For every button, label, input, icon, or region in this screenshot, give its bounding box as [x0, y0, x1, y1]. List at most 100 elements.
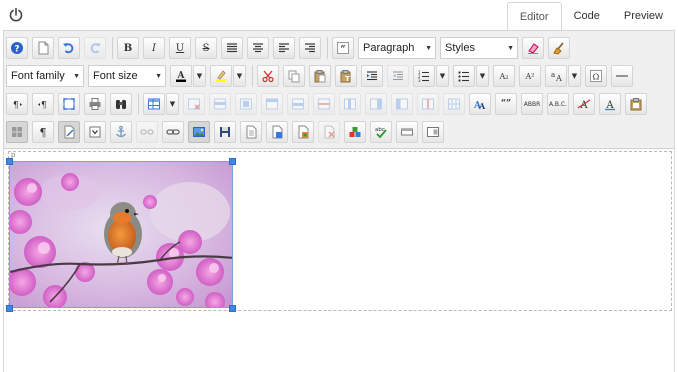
insert-file-icon[interactable]: [266, 121, 288, 143]
redo-icon[interactable]: [84, 37, 106, 59]
toolbar: ? B I U S “ Paragraph ▼ Styles ▼ Font fa…: [4, 31, 674, 149]
insert-col-before-icon[interactable]: [287, 93, 309, 115]
editor-content-area[interactable]: p: [4, 150, 674, 372]
paste-icon[interactable]: [309, 65, 331, 87]
new-document-icon[interactable]: [32, 37, 54, 59]
bold-icon[interactable]: B: [117, 37, 139, 59]
eraser-icon[interactable]: [522, 37, 544, 59]
cell-props-icon[interactable]: [417, 93, 439, 115]
insert-col-after-icon[interactable]: [313, 93, 335, 115]
highlight-dropdown[interactable]: ▼: [233, 65, 246, 87]
numbered-list-icon[interactable]: 123: [413, 65, 435, 87]
cut-icon[interactable]: [257, 65, 279, 87]
clipboard-icon[interactable]: [625, 93, 647, 115]
robin-photo[interactable]: [9, 161, 233, 308]
align-right-icon[interactable]: [299, 37, 321, 59]
quote-icon[interactable]: “”: [495, 93, 517, 115]
toolbar-row-4: ¶ abc: [6, 119, 448, 145]
split-cell-icon[interactable]: [365, 93, 387, 115]
outdent-icon[interactable]: [387, 65, 409, 87]
blockquote-icon[interactable]: “: [332, 37, 354, 59]
show-blocks-icon[interactable]: [6, 121, 28, 143]
edit-document-icon[interactable]: [58, 121, 80, 143]
align-left-icon[interactable]: [273, 37, 295, 59]
svg-text:Ω: Ω: [593, 73, 600, 82]
delete-col-icon[interactable]: [339, 93, 361, 115]
anchor-icon[interactable]: [110, 121, 132, 143]
text-direction-dropdown[interactable]: ▼: [568, 65, 581, 87]
resize-handle-top-right[interactable]: [229, 158, 236, 165]
remove-format-icon[interactable]: [443, 93, 465, 115]
svg-text:¶: ¶: [41, 101, 47, 111]
superscript-icon[interactable]: A²: [519, 65, 541, 87]
undo-icon[interactable]: [58, 37, 80, 59]
styles-select[interactable]: Styles ▼: [440, 37, 518, 59]
strikethrough-icon[interactable]: S: [195, 37, 217, 59]
table-icon[interactable]: [143, 93, 165, 115]
italic-icon[interactable]: I: [143, 37, 165, 59]
view-tabs: Editor Code Preview: [506, 2, 675, 30]
numbered-list-dropdown[interactable]: ▼: [436, 65, 449, 87]
form-icon[interactable]: [84, 121, 106, 143]
insert-row-after-icon[interactable]: [235, 93, 257, 115]
rtl-icon[interactable]: ¶: [32, 93, 54, 115]
unlink-icon[interactable]: [136, 121, 158, 143]
horizontal-rule-icon[interactable]: [611, 65, 633, 87]
fullscreen-icon[interactable]: [58, 93, 80, 115]
save-icon[interactable]: [214, 121, 236, 143]
bullet-list-dropdown[interactable]: ▼: [476, 65, 489, 87]
align-center-icon[interactable]: [247, 37, 269, 59]
attach-file-icon[interactable]: [292, 121, 314, 143]
table-dropdown[interactable]: ▼: [166, 93, 179, 115]
ltr-icon[interactable]: ¶: [6, 93, 28, 115]
paste-text-icon[interactable]: T: [335, 65, 357, 87]
subscript-icon[interactable]: A₂: [493, 65, 515, 87]
bullet-list-icon[interactable]: [453, 65, 475, 87]
resize-handle-bottom-right[interactable]: [229, 305, 236, 312]
tab-editor[interactable]: Editor: [506, 2, 562, 30]
clean-icon[interactable]: [548, 37, 570, 59]
highlight-icon[interactable]: [210, 65, 232, 87]
delete-row-icon[interactable]: [261, 93, 283, 115]
editor-frame: ? B I U S “ Paragraph ▼ Styles ▼ Font fa…: [3, 30, 675, 372]
insert-row-before-icon[interactable]: [209, 93, 231, 115]
delete-file-icon[interactable]: [318, 121, 340, 143]
help-icon[interactable]: ?: [6, 37, 28, 59]
plugins-icon[interactable]: [344, 121, 366, 143]
link-icon[interactable]: [162, 121, 184, 143]
font-family-select[interactable]: Font family ▼: [6, 65, 84, 87]
align-justify-icon[interactable]: [221, 37, 243, 59]
text-style-icon[interactable]: A: [599, 93, 621, 115]
format-select[interactable]: Paragraph ▼: [358, 37, 436, 59]
special-char-icon[interactable]: Ω: [585, 65, 607, 87]
font-size-select[interactable]: Font size ▼: [88, 65, 166, 87]
indent-icon[interactable]: [361, 65, 383, 87]
template-icon[interactable]: [240, 121, 262, 143]
font-color-icon[interactable]: A: [170, 65, 192, 87]
acronym-icon[interactable]: A.B.C.: [547, 93, 569, 115]
editor-app: Editor Code Preview ? B I U S “ Paragrap…: [0, 0, 678, 372]
font-color-dropdown[interactable]: ▼: [193, 65, 206, 87]
image-icon[interactable]: [188, 121, 210, 143]
delete-table-icon[interactable]: [183, 93, 205, 115]
abbr-icon[interactable]: ABBR: [521, 93, 543, 115]
print-icon[interactable]: [84, 93, 106, 115]
spellcheck-icon[interactable]: abc: [370, 121, 392, 143]
underline-icon[interactable]: U: [169, 37, 191, 59]
resize-handle-top-left[interactable]: [6, 158, 13, 165]
tab-preview[interactable]: Preview: [612, 2, 675, 30]
text-direction-icon[interactable]: aA: [545, 65, 567, 87]
resize-handle-bottom-left[interactable]: [6, 305, 13, 312]
copy-icon[interactable]: [283, 65, 305, 87]
show-paragraphs-icon[interactable]: ¶: [32, 121, 54, 143]
chevron-down-icon: ▼: [507, 44, 514, 52]
power-icon[interactable]: [8, 7, 24, 23]
tab-code[interactable]: Code: [562, 2, 612, 30]
layer-icon[interactable]: [422, 121, 444, 143]
merge-cells-icon[interactable]: [391, 93, 413, 115]
find-icon[interactable]: [110, 93, 132, 115]
text-style-a-icon[interactable]: AA: [469, 93, 491, 115]
strike-a-icon[interactable]: A: [573, 93, 595, 115]
svg-text:A: A: [555, 74, 562, 83]
textbox-icon[interactable]: [396, 121, 418, 143]
